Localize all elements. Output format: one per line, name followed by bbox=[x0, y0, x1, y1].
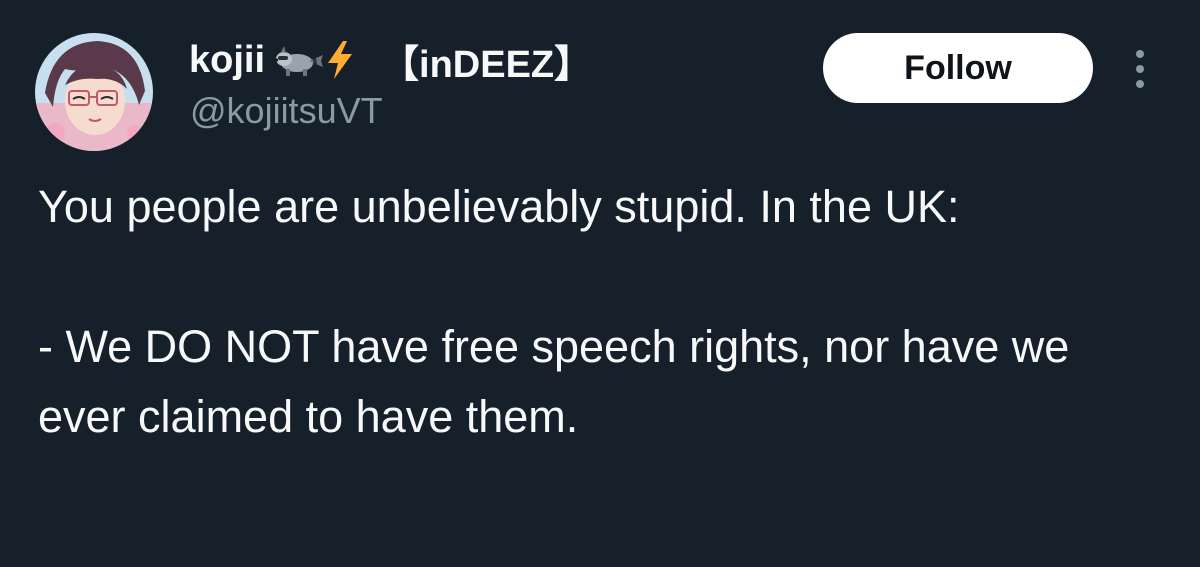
more-vertical-icon bbox=[1136, 50, 1144, 88]
user-handle[interactable]: @kojiitsuVT bbox=[190, 90, 383, 132]
tweet-text: You people are unbelievably stupid. In t… bbox=[38, 172, 1168, 452]
avatar[interactable] bbox=[35, 33, 153, 151]
name-tag: 【inDEEZ】 bbox=[381, 43, 593, 86]
lightning-emoji-icon bbox=[328, 41, 353, 79]
display-name-row[interactable]: kojii 【inDEEZ】 bbox=[189, 32, 592, 88]
anime-avatar-icon bbox=[35, 33, 153, 151]
name-emoji-group bbox=[275, 40, 355, 80]
tweet-paragraph: You people are unbelievably stupid. In t… bbox=[38, 181, 960, 232]
tweet-card: kojii 【inDEEZ】 @kojiitsuVT Follow You pe… bbox=[0, 0, 1200, 567]
more-options-button[interactable] bbox=[1120, 44, 1160, 94]
raccoon-emoji-icon bbox=[275, 46, 324, 76]
tweet-paragraph: - We DO NOT have free speech rights, nor… bbox=[38, 321, 1070, 442]
follow-button[interactable]: Follow bbox=[823, 33, 1093, 103]
display-name[interactable]: kojii bbox=[189, 39, 265, 82]
